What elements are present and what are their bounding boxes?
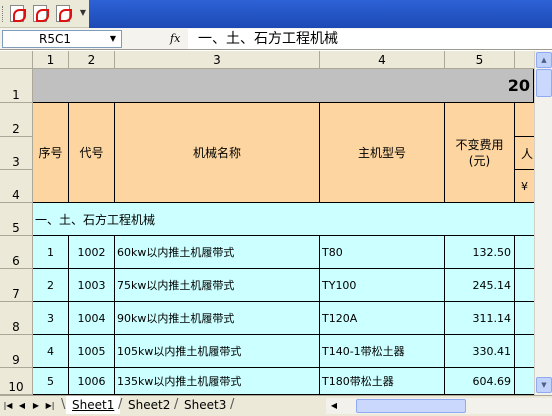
table-cell-model[interactable]: T180带松土器 — [320, 368, 445, 395]
chevron-down-icon[interactable]: ▼ — [106, 32, 120, 46]
table-cell-cost[interactable]: 245.14 — [445, 269, 515, 302]
toolbar-grip[interactable] — [2, 6, 5, 22]
table-cell-model[interactable]: T140-1带松土器 — [320, 335, 445, 368]
tab-divider: \ — [61, 397, 66, 412]
column-header-2[interactable]: 2 — [69, 51, 115, 69]
horizontal-scrollbar[interactable]: ◀ — [326, 398, 552, 414]
first-sheet-icon[interactable]: |◀ — [2, 399, 14, 413]
table-cell-name[interactable]: 75kw以内推土机履带式 — [115, 269, 320, 302]
table-cell-name[interactable]: 60kw以内推土机履带式 — [115, 236, 320, 269]
header-name[interactable]: 机械名称 — [115, 103, 320, 203]
horizontal-scroll-thumb[interactable] — [356, 399, 466, 413]
header-fixed-cost[interactable]: 不变费用 (元) — [445, 103, 515, 203]
row-header-1[interactable]: 1 — [0, 69, 33, 103]
toolbar: ▼ — [0, 0, 552, 28]
scroll-left-icon[interactable]: ◀ — [328, 399, 340, 413]
column-header-6[interactable] — [515, 51, 534, 69]
prev-sheet-icon[interactable]: ◀ — [16, 399, 28, 413]
table-cell-name[interactable]: 135kw以内推土机履带式 — [115, 368, 320, 395]
tab-sheet1[interactable]: Sheet1 — [66, 396, 121, 414]
tab-sheet3[interactable]: Sheet3 — [178, 396, 232, 414]
fx-icon[interactable]: fx — [170, 31, 184, 47]
header-model[interactable]: 主机型号 — [320, 103, 445, 203]
row-header-2[interactable]: 2 — [0, 103, 33, 137]
table-cell-col6[interactable] — [515, 236, 534, 269]
tab-sheet2[interactable]: Sheet2 — [122, 396, 176, 414]
name-box-value: R5C1 — [39, 32, 71, 46]
toolbar-options-icon[interactable]: ▼ — [79, 8, 87, 22]
table-cell-cost[interactable]: 604.69 — [445, 368, 515, 395]
row-header-9[interactable]: 9 — [0, 335, 33, 368]
table-cell-cost[interactable]: 311.14 — [445, 302, 515, 335]
table-cell-col6[interactable] — [515, 302, 534, 335]
section-cell[interactable]: 一、土、石方工程机械 — [33, 203, 534, 236]
row-header-5[interactable]: 5 — [0, 203, 33, 236]
column-header-5[interactable]: 5 — [445, 51, 515, 69]
scroll-down-icon[interactable]: ▼ — [536, 377, 552, 393]
header-col6-row4[interactable]: ¥ — [515, 170, 534, 203]
header-col6-row3[interactable]: 人 — [515, 137, 534, 170]
pdf-export-icon[interactable] — [33, 5, 51, 23]
table-cell-seq[interactable]: 4 — [33, 335, 69, 368]
table-cell-seq[interactable]: 3 — [33, 302, 69, 335]
last-sheet-icon[interactable]: ▶| — [44, 399, 56, 413]
table-cell-code[interactable]: 1003 — [69, 269, 115, 302]
title-bar-strip — [89, 0, 552, 28]
pdf-convert-icon[interactable] — [10, 5, 28, 23]
title-text: 20 — [507, 76, 530, 95]
table-cell-model[interactable]: TY100 — [320, 269, 445, 302]
table-cell-code[interactable]: 1006 — [69, 368, 115, 395]
formula-input[interactable]: 一、土、石方工程机械 — [188, 29, 552, 49]
table-cell-cost[interactable]: 330.41 — [445, 335, 515, 368]
sheet-tab-bar: |◀ ◀ ▶ ▶| \ Sheet1 / Sheet2 / Sheet3 / ◀ — [0, 395, 552, 416]
scroll-up-icon[interactable]: ▲ — [536, 52, 552, 68]
section-label: 一、土、石方工程机械 — [35, 212, 156, 227]
formula-bar: R5C1 ▼ fx 一、土、石方工程机械 — [0, 28, 552, 50]
tab-divider: / — [230, 397, 235, 412]
table-cell-code[interactable]: 1005 — [69, 335, 115, 368]
title-cell[interactable]: 20 — [33, 69, 534, 103]
table-cell-model[interactable]: T80 — [320, 236, 445, 269]
pdf-settings-icon[interactable] — [56, 5, 74, 23]
column-header-4[interactable]: 4 — [320, 51, 445, 69]
header-col6-row2[interactable] — [515, 103, 534, 137]
table-cell-seq[interactable]: 1 — [33, 236, 69, 269]
row-header-10[interactable]: 10 — [0, 368, 33, 395]
table-cell-col6[interactable] — [515, 269, 534, 302]
row-header-8[interactable]: 8 — [0, 302, 33, 335]
next-sheet-icon[interactable]: ▶ — [30, 399, 42, 413]
column-header-1[interactable]: 1 — [33, 51, 69, 69]
vertical-scrollbar[interactable]: ▲ ▼ — [534, 51, 552, 395]
table-cell-name[interactable]: 105kw以内推土机履带式 — [115, 335, 320, 368]
row-header-7[interactable]: 7 — [0, 269, 33, 302]
table-cell-seq[interactable]: 5 — [33, 368, 69, 395]
table-cell-seq[interactable]: 2 — [33, 269, 69, 302]
table-cell-col6[interactable] — [515, 368, 534, 395]
table-cell-model[interactable]: T120A — [320, 302, 445, 335]
header-seq[interactable]: 序号 — [33, 103, 69, 203]
row-header-3[interactable]: 3 — [0, 137, 33, 170]
table-cell-name[interactable]: 90kw以内推土机履带式 — [115, 302, 320, 335]
vertical-scroll-thumb[interactable] — [536, 69, 552, 97]
table-cell-code[interactable]: 1004 — [69, 302, 115, 335]
header-code[interactable]: 代号 — [69, 103, 115, 203]
table-cell-code[interactable]: 1002 — [69, 236, 115, 269]
row-header-4[interactable]: 4 — [0, 170, 33, 203]
name-box[interactable]: R5C1 ▼ — [2, 30, 122, 48]
column-header-3[interactable]: 3 — [115, 51, 320, 69]
table-cell-cost[interactable]: 132.50 — [445, 236, 515, 269]
select-all-corner[interactable] — [0, 51, 33, 69]
row-header-6[interactable]: 6 — [0, 236, 33, 269]
table-cell-col6[interactable] — [515, 335, 534, 368]
